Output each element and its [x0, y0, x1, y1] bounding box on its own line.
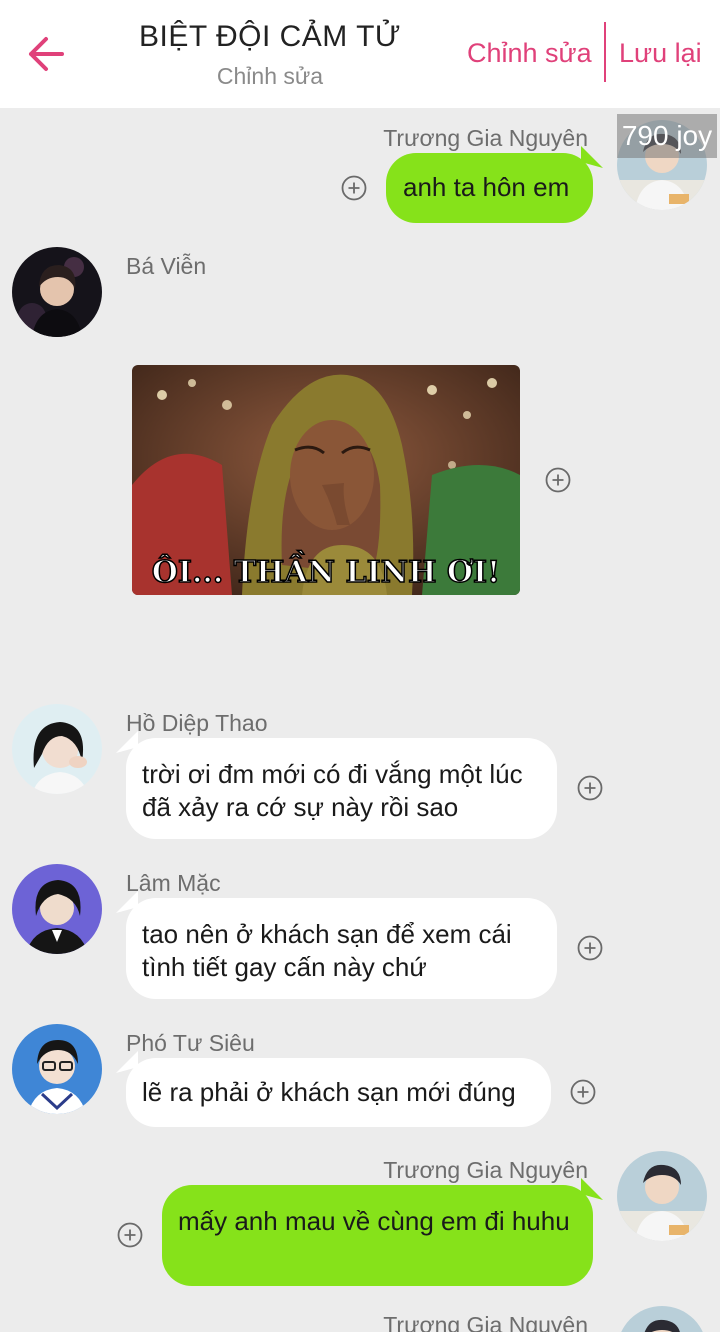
avatar[interactable] [12, 1024, 102, 1114]
header-divider [604, 22, 606, 82]
page-title: BIỆT ĐỘI CẢM TỬ [138, 20, 402, 53]
avatar[interactable] [12, 704, 102, 794]
add-reaction-icon[interactable] [570, 1079, 596, 1105]
sender-name: Bá Viễn [126, 253, 207, 279]
message-bubble[interactable]: lẽ ra phải ở khách sạn mới đúng [126, 1058, 551, 1127]
avatar[interactable] [617, 1151, 707, 1241]
add-reaction-icon[interactable] [117, 1222, 143, 1248]
save-button[interactable]: Lưu lại [619, 38, 702, 69]
avatar[interactable] [12, 247, 102, 337]
edit-button[interactable]: Chỉnh sửa [467, 38, 592, 69]
message-bubble[interactable]: anh ta hôn em [386, 153, 593, 223]
avatar[interactable] [617, 1306, 707, 1332]
message-bubble[interactable]: tao nên ở khách sạn để xem cái tình tiết… [126, 898, 557, 999]
meme-caption: ÔI... THẦN LINH ƠI! [152, 550, 500, 590]
avatar[interactable] [12, 864, 102, 954]
back-arrow-icon[interactable] [26, 34, 66, 74]
page-subtitle: Chỉnh sửa [216, 63, 324, 89]
add-reaction-icon[interactable] [341, 175, 367, 201]
sender-name: Lâm Mặc [126, 870, 221, 896]
sender-name: Phó Tư Siêu [126, 1030, 255, 1056]
add-reaction-icon[interactable] [545, 467, 571, 493]
sender-name: Trương Gia Nguyên [383, 1157, 588, 1183]
joy-badge: 790 joy [617, 114, 717, 158]
sender-name: Trương Gia Nguyên [383, 125, 588, 151]
app-header: BIỆT ĐỘI CẢM TỬ Chỉnh sửa Chỉnh sửa Lưu … [0, 0, 720, 108]
add-reaction-icon[interactable] [577, 775, 603, 801]
add-reaction-icon[interactable] [577, 935, 603, 961]
chat-area[interactable]: 790 joy Trương Gia Nguyên anh ta hôn em [0, 108, 720, 1332]
meme-image[interactable]: ÔI... THẦN LINH ƠI! [132, 365, 520, 595]
sender-name: Hồ Diệp Thao [126, 710, 268, 736]
message-bubble[interactable]: mấy anh mau về cùng em đi huhu [162, 1185, 593, 1286]
sender-name: Trương Gia Nguyên [383, 1312, 588, 1332]
message-bubble[interactable]: trời ơi đm mới có đi vắng một lúc đã xảy… [126, 738, 557, 839]
